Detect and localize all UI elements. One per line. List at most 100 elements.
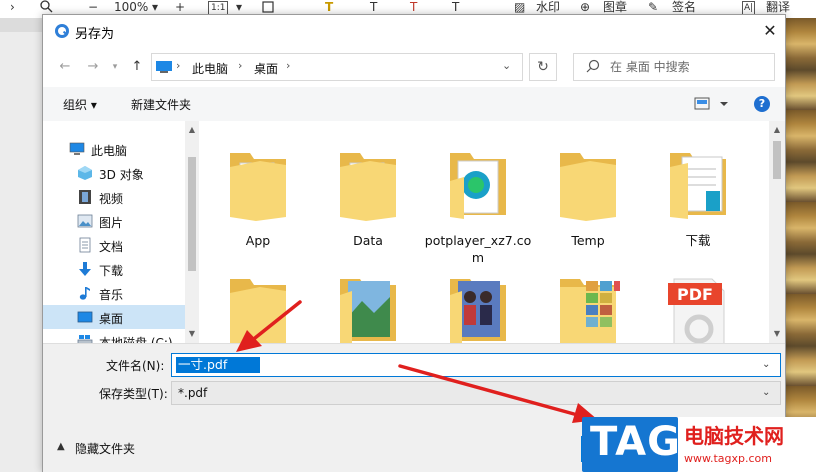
filetype-label: 保存类型(T): [99,387,168,401]
documents-icon [77,237,93,253]
breadcrumb-desktop[interactable]: 桌面 [254,60,278,77]
folder-item[interactable] [423,257,533,343]
folder-item[interactable] [533,257,643,343]
filetype-select[interactable]: *.pdf ⌄ [171,381,781,405]
filename-label: 文件名(N): [106,359,165,373]
search-box[interactable] [573,53,775,81]
desktop-icon [77,309,93,325]
scroll-up-icon[interactable]: ▲ [770,123,784,137]
tree-item-label: 文档 [99,240,124,254]
logo-text: TAG [590,419,681,465]
tree-item-documents[interactable]: 文档 [43,233,185,257]
organize-menu[interactable]: 组织 ▾ [63,96,97,113]
folder-docs-icon [666,141,730,221]
chevron-up-icon: ▲ [57,441,65,452]
computer-icon [69,141,85,157]
search-input[interactable] [610,58,770,76]
tree-scrollbar[interactable]: ▲ ▼ [185,121,199,343]
chevron-down-icon[interactable]: ⌄ [502,59,511,72]
chevron-down-icon[interactable]: ⌄ [762,359,770,370]
folder-item[interactable]: 下载 [643,131,753,251]
folder-icon [226,267,290,343]
tree-item-3d-objects[interactable]: 3D 对象 [43,161,185,185]
chevron-right-icon[interactable]: › [10,0,15,16]
translate-icon[interactable]: A| [742,1,756,15]
chevron-down-icon[interactable]: ⌄ [762,387,770,398]
tree-item-label: 3D 对象 [99,168,144,182]
scroll-up-icon[interactable]: ▲ [185,123,199,137]
file-list-scrollbar[interactable]: ▲ ▼ [769,121,785,343]
recent-locations-icon[interactable]: ▾ [105,59,125,75]
close-button[interactable]: ✕ [755,19,785,43]
tree-item-pictures[interactable]: 图片 [43,209,185,233]
navigation-pane: 此电脑 3D 对象 视频 图片 文档 下载 音乐 桌面 ▲ ▼ [43,121,199,350]
tree-item-desktop[interactable]: 桌面 [43,305,185,329]
refresh-button[interactable]: ↻ [529,53,557,81]
scrollbar-thumb[interactable] [188,157,196,271]
new-folder-button[interactable]: 新建文件夹 [131,96,191,113]
breadcrumb-chevron-icon[interactable]: › [238,59,242,72]
address-bar[interactable]: › 此电脑 › 桌面 › ⌄ [151,53,523,81]
watermark-text-block: 电脑技术网 www.tagxp.com [678,417,816,472]
up-arrow-icon[interactable]: ↑ [127,59,147,75]
app-logo-icon [54,23,70,39]
scroll-down-icon[interactable]: ▼ [185,327,199,341]
file-item[interactable]: PDF [643,257,753,343]
navigation-bar: ← → ▾ ↑ › 此电脑 › 桌面 › ⌄ ↻ [43,47,785,87]
tree-item-label: 此电脑 [91,144,128,158]
filetype-value: *.pdf [178,386,208,400]
breadcrumb-chevron-icon[interactable]: › [176,59,180,72]
folder-item[interactable] [203,257,313,343]
music-icon [77,285,93,301]
file-label: 下载 [685,233,711,248]
folder-item[interactable] [313,257,423,343]
tree-item-music[interactable]: 音乐 [43,281,185,305]
thumbnail-strip [786,18,816,420]
tree-item-label: 视频 [99,192,124,206]
scroll-down-icon[interactable]: ▼ [770,327,784,341]
tree-item-downloads[interactable]: 下载 [43,257,185,281]
view-options-button[interactable] [693,95,733,113]
tree-item-label: 音乐 [99,288,124,302]
folder-photo-icon [446,267,510,343]
folder-item[interactable]: Data [313,131,423,251]
download-icon [77,261,93,277]
actual-size-button[interactable]: 1:1 [208,1,229,15]
folder-item[interactable]: potplayer_xz7.com [423,131,533,265]
folder-thumbnails-icon [556,267,620,343]
search-icon [586,59,600,73]
folder-icon [226,141,290,221]
folder-icon [556,141,620,221]
hide-folders-label: 隐藏文件夹 [75,442,136,456]
file-label: Temp [571,233,605,248]
command-bar: 组织 ▾ 新建文件夹 ? [43,87,785,122]
pictures-icon [77,213,93,229]
folder-item[interactable]: App [203,131,313,251]
filename-field[interactable]: ⌄ [171,353,781,377]
pdf-file-icon: PDF [666,267,730,343]
tree-item-label: 桌面 [99,312,124,326]
document-page [0,32,42,472]
breadcrumb-this-pc[interactable]: 此电脑 [192,60,228,77]
help-icon[interactable]: ? [754,96,770,112]
back-arrow-icon[interactable]: ← [55,59,75,75]
watermark-site-name: 电脑技术网 [684,424,784,448]
document-area [0,18,42,472]
tag-logo: TAG [582,417,681,472]
tree-item-label: 下载 [99,264,124,278]
tree-item-this-pc[interactable]: 此电脑 [43,137,185,161]
site-watermark: TAG 电脑技术网 www.tagxp.com [582,417,816,472]
video-icon [77,189,93,205]
dialog-title: 另存为 [75,27,115,42]
tree-item-label: 图片 [99,216,124,230]
pdf-badge: PDF [677,285,713,304]
tree-item-videos[interactable]: 视频 [43,185,185,209]
scrollbar-thumb[interactable] [773,141,781,179]
dialog-titlebar: 另存为 ✕ [43,15,785,47]
forward-arrow-icon[interactable]: → [83,59,103,75]
folder-item[interactable]: Temp [533,131,643,251]
breadcrumb-chevron-icon[interactable]: › [286,59,290,72]
watermark-url: www.tagxp.com [684,452,772,465]
file-label: App [245,233,271,248]
filename-input[interactable] [178,357,258,373]
